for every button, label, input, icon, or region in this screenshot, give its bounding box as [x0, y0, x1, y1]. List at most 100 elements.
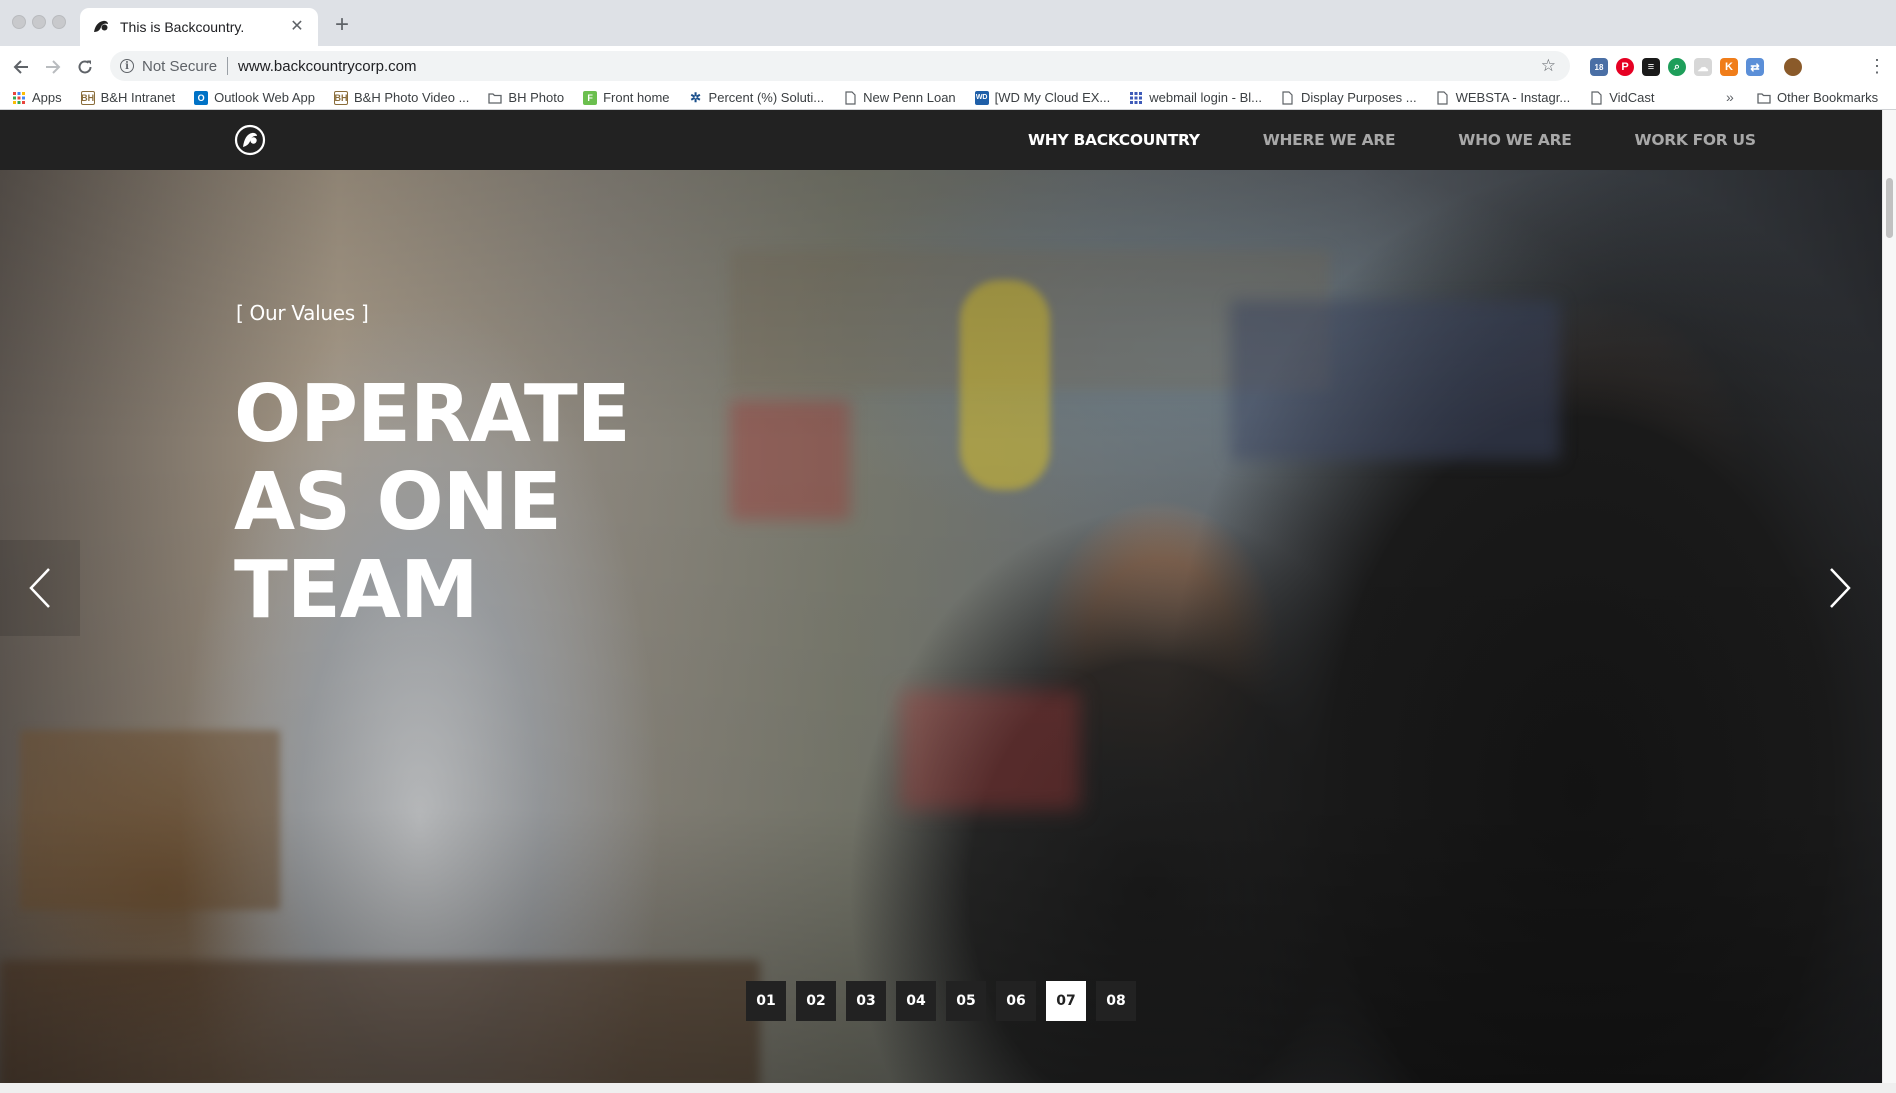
- address-bar[interactable]: i Not Secure www.backcountrycorp.com ☆: [110, 51, 1570, 81]
- page-icon: [843, 90, 857, 105]
- bookmark-display-purposes[interactable]: Display Purposes ...: [1281, 90, 1417, 105]
- browser-menu-icon[interactable]: ⋮: [1868, 56, 1886, 76]
- bh-icon: BH: [80, 90, 95, 105]
- buffer-icon[interactable]: ≡: [1642, 58, 1660, 76]
- keep-extension-icon[interactable]: K: [1720, 58, 1738, 76]
- bh-icon: BH: [334, 90, 349, 105]
- page-icon: [1589, 90, 1603, 105]
- wd-icon: WD: [974, 90, 989, 105]
- search-extension-icon[interactable]: ⌕: [1668, 58, 1686, 76]
- scrollbar-thumb[interactable]: [1886, 178, 1893, 238]
- nav-work-for-us[interactable]: WORK FOR US: [1635, 131, 1756, 149]
- bookmark-label: BH Photo: [508, 90, 565, 105]
- nav-where-we-are[interactable]: WHERE WE ARE: [1263, 131, 1396, 149]
- slide-button-03[interactable]: 03: [846, 981, 886, 1021]
- window-minimize-button[interactable]: [32, 15, 46, 29]
- calendar-extension-icon[interactable]: 18: [1590, 58, 1608, 76]
- tab-close-icon[interactable]: ✕: [288, 18, 306, 36]
- page-icon: [1436, 90, 1450, 105]
- bookmark-label: webmail login - Bl...: [1149, 90, 1262, 105]
- new-tab-button[interactable]: +: [330, 13, 354, 37]
- forward-icon[interactable]: [40, 54, 66, 80]
- window-maximize-button[interactable]: [52, 15, 66, 29]
- nav-why-backcountry[interactable]: WHY BACKCOUNTRY: [1028, 131, 1200, 149]
- folder-icon: [1757, 91, 1771, 105]
- reload-icon[interactable]: [72, 54, 98, 80]
- gear-icon: ✲: [690, 89, 701, 105]
- extensions-bar: 18 P ≡ ⌕ ☁ K ⇄: [1590, 55, 1802, 79]
- omnibox-divider: [227, 57, 229, 75]
- browser-toolbar: i Not Secure www.backcountrycorp.com ☆ 1…: [0, 46, 1896, 86]
- carousel-pager: 01 02 03 04 05 06 07 08: [746, 981, 1136, 1021]
- bookmark-outlook[interactable]: O Outlook Web App: [194, 90, 315, 105]
- hero-kicker: [ Our Values ]: [236, 301, 369, 325]
- bookmark-vidcast[interactable]: VidCast: [1589, 90, 1655, 105]
- bookmark-bh-photo-video[interactable]: BH B&H Photo Video ...: [334, 90, 469, 105]
- page-bottom-edge: [0, 1083, 1896, 1093]
- bookmark-label: VidCast: [1609, 90, 1655, 105]
- bookmark-star-icon[interactable]: ☆: [1541, 56, 1556, 76]
- bookmark-webmail-login[interactable]: webmail login - Bl...: [1129, 90, 1262, 105]
- bookmark-label: WEBSTA - Instagr...: [1455, 90, 1571, 105]
- bookmark-label: Front home: [603, 90, 670, 105]
- bookmark-apps[interactable]: Apps: [12, 90, 62, 105]
- tab-title: This is Backcountry.: [120, 19, 245, 35]
- bookmark-websta[interactable]: WEBSTA - Instagr...: [1436, 90, 1571, 105]
- site-nav: WHY BACKCOUNTRY WHERE WE ARE WHO WE ARE …: [1028, 110, 1819, 170]
- bookmark-label: Display Purposes ...: [1300, 90, 1417, 105]
- pinterest-icon[interactable]: P: [1616, 58, 1634, 76]
- window-close-button[interactable]: [12, 15, 26, 29]
- chevron-right-icon: [1830, 568, 1851, 608]
- bookmark-new-penn-loan[interactable]: New Penn Loan: [843, 90, 956, 105]
- bookmark-other-folder[interactable]: Other Bookmarks: [1757, 90, 1878, 105]
- slide-button-07[interactable]: 07: [1046, 981, 1086, 1021]
- backcountry-logo-icon[interactable]: [234, 124, 266, 156]
- url-text[interactable]: www.backcountrycorp.com: [238, 58, 1541, 75]
- bookmark-bh-photo-folder[interactable]: BH Photo: [488, 90, 564, 105]
- slide-button-08[interactable]: 08: [1096, 981, 1136, 1021]
- back-icon[interactable]: [8, 54, 34, 80]
- cloud-extension-icon[interactable]: ☁: [1694, 58, 1712, 76]
- apps-grid-icon: [12, 91, 26, 105]
- webpage: WHY BACKCOUNTRY WHERE WE ARE WHO WE ARE …: [0, 110, 1882, 1083]
- nav-who-we-are[interactable]: WHO WE ARE: [1458, 131, 1572, 149]
- page-icon: [1281, 90, 1295, 105]
- bookmark-label: Percent (%) Soluti...: [708, 90, 825, 105]
- folder-icon: [488, 91, 503, 105]
- carousel-next-button[interactable]: [1800, 540, 1880, 636]
- bookmark-label: B&H Photo Video ...: [354, 90, 470, 105]
- hero-carousel: [ Our Values ] OPERATE AS ONE TEAM 01 02…: [0, 170, 1882, 1083]
- bookmark-label: B&H Intranet: [100, 90, 176, 105]
- bookmark-label: Outlook Web App: [214, 90, 316, 105]
- sync-extension-icon[interactable]: ⇄: [1746, 58, 1764, 76]
- site-header: WHY BACKCOUNTRY WHERE WE ARE WHO WE ARE …: [0, 110, 1882, 170]
- bookmark-front-home[interactable]: F Front home: [583, 90, 670, 105]
- bookmark-label: Apps: [32, 90, 62, 105]
- bookmarks-bar: Apps BH B&H Intranet O Outlook Web App BH B…: [0, 86, 1896, 110]
- security-indicator[interactable]: Not Secure: [142, 58, 217, 75]
- bookmark-bh-intranet[interactable]: BH B&H Intranet: [80, 90, 176, 105]
- front-icon: F: [583, 90, 598, 105]
- slide-button-05[interactable]: 05: [946, 981, 986, 1021]
- slide-button-02[interactable]: 02: [796, 981, 836, 1021]
- bookmark-label: [WD My Cloud EX...: [994, 90, 1111, 105]
- profile-avatar[interactable]: [1784, 58, 1802, 76]
- slide-button-01[interactable]: 01: [746, 981, 786, 1021]
- backcountry-goat-icon: [94, 20, 108, 32]
- slide-button-04[interactable]: 04: [896, 981, 936, 1021]
- browser-tab-active[interactable]: This is Backcountry. ✕: [80, 8, 318, 46]
- bookmark-wd-my-cloud[interactable]: WD [WD My Cloud EX...: [974, 90, 1111, 105]
- carousel-prev-button[interactable]: [0, 540, 80, 636]
- outlook-icon: O: [194, 90, 209, 105]
- chevron-left-icon: [29, 568, 50, 608]
- browser-tabstrip: This is Backcountry. ✕ +: [0, 0, 1896, 46]
- bookmark-percent-solutions[interactable]: ✲ Percent (%) Soluti...: [689, 89, 825, 106]
- bookmark-label: Other Bookmarks: [1777, 90, 1879, 105]
- hero-title: OPERATE AS ONE TEAM: [234, 368, 631, 636]
- grid-icon: [1129, 91, 1143, 105]
- slide-button-06[interactable]: 06: [996, 981, 1036, 1021]
- page-scrollbar[interactable]: [1882, 110, 1896, 1083]
- bookmarks-overflow-icon[interactable]: »: [1726, 89, 1734, 105]
- info-icon[interactable]: i: [120, 59, 134, 73]
- bookmark-label: New Penn Loan: [863, 90, 956, 105]
